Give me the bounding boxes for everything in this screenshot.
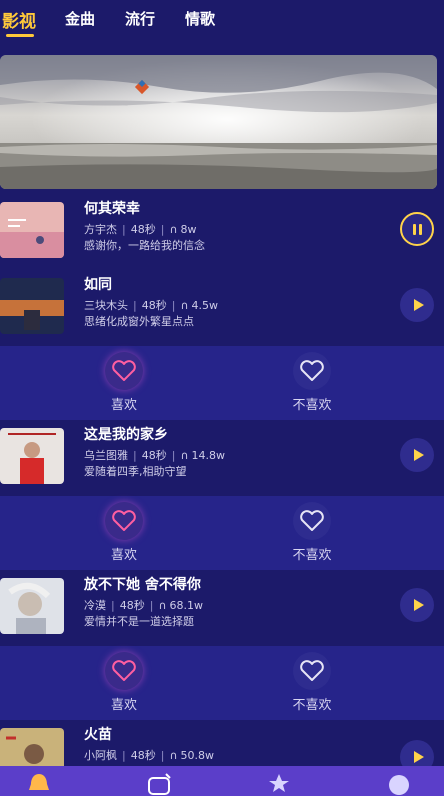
artist-name: 小阿枫 xyxy=(84,749,117,762)
headphones-icon: ∩ xyxy=(180,299,189,312)
song-title: 放不下她 舍不得你 xyxy=(84,577,201,593)
headphones-icon: ∩ xyxy=(169,749,178,762)
album-cover xyxy=(0,578,64,634)
play-icon xyxy=(413,599,424,611)
dislike-label: 不喜欢 xyxy=(292,548,332,563)
play-count: 14.8w xyxy=(191,449,226,462)
song-row[interactable]: 火苗 小阿枫 | 48秒 | ∩ 50.8w xyxy=(0,722,444,766)
like-button[interactable]: 喜欢 xyxy=(94,352,154,413)
headphones-icon: ∩ xyxy=(158,599,167,612)
artist-name: 方宇杰 xyxy=(84,223,117,236)
play-icon xyxy=(413,449,424,461)
song-row[interactable]: 何其荣幸 方宇杰 | 48秒 | ∩ 8w 感谢你，一路给我的信念 xyxy=(0,196,444,270)
album-cover xyxy=(0,428,64,484)
banner-image[interactable] xyxy=(0,55,437,189)
song-title: 如同 xyxy=(84,277,112,293)
song-meta: 乌兰图雅 | 48秒 | ∩ 14.8w xyxy=(84,449,226,462)
dislike-button[interactable]: 不喜欢 xyxy=(282,502,342,563)
duration: 48秒 xyxy=(130,749,156,762)
play-count: 4.5w xyxy=(191,299,219,312)
album-cover xyxy=(0,278,64,334)
heart-icon xyxy=(112,360,136,381)
music-note-icon[interactable] xyxy=(146,772,174,796)
album-cover xyxy=(0,728,64,766)
play-count: 8w xyxy=(180,223,197,236)
artist-name: 冷漠 xyxy=(84,599,106,612)
play-button[interactable] xyxy=(400,288,434,322)
song-row[interactable]: 放不下她 舍不得你 冷漠 | 48秒 | ∩ 68.1w 爱情并不是一道选择题 xyxy=(0,572,444,646)
pause-button[interactable] xyxy=(400,212,434,246)
song-meta: 三块木头 | 48秒 | ∩ 4.5w xyxy=(84,299,219,312)
like-label: 喜欢 xyxy=(110,398,137,413)
headphones-icon: ∩ xyxy=(169,223,178,236)
song-row[interactable]: 如同 三块木头 | 48秒 | ∩ 4.5w 思绪化成窗外繁星点点 xyxy=(0,272,444,346)
play-button[interactable] xyxy=(400,588,434,622)
dislike-label: 不喜欢 xyxy=(292,698,332,713)
song-title: 火苗 xyxy=(84,727,112,743)
play-count: 68.1w xyxy=(169,599,204,612)
bottom-nav xyxy=(0,766,444,796)
like-button[interactable]: 喜欢 xyxy=(94,502,154,563)
heart-outline-icon xyxy=(300,660,324,681)
tab-love-songs[interactable]: 情歌 xyxy=(185,8,215,29)
top-tab-bar: 影视 金曲 流行 情歌 xyxy=(0,0,444,44)
like-button[interactable]: 喜欢 xyxy=(94,652,154,713)
tab-golden-hits[interactable]: 金曲 xyxy=(65,8,95,29)
active-tab-indicator xyxy=(6,34,34,37)
song-description: 爱随着四季,相助守望 xyxy=(84,465,187,478)
like-label: 喜欢 xyxy=(110,698,137,713)
duration: 48秒 xyxy=(119,599,145,612)
artist-name: 乌兰图雅 xyxy=(84,449,128,462)
song-meta: 方宇杰 | 48秒 | ∩ 8w xyxy=(84,223,197,236)
duration: 48秒 xyxy=(130,223,156,236)
play-count: 50.8w xyxy=(180,749,215,762)
play-icon xyxy=(413,299,424,311)
bell-icon[interactable] xyxy=(26,772,52,796)
star-icon[interactable] xyxy=(266,772,292,796)
dislike-button[interactable]: 不喜欢 xyxy=(282,352,342,413)
dislike-button[interactable]: 不喜欢 xyxy=(282,652,342,713)
album-cover xyxy=(0,202,64,258)
reaction-bar: 喜欢 不喜欢 xyxy=(0,346,444,420)
heart-icon xyxy=(112,660,136,681)
song-description: 感谢你，一路给我的信念 xyxy=(84,239,205,252)
song-title: 这是我的家乡 xyxy=(84,427,168,443)
pause-icon xyxy=(412,223,422,235)
song-description: 爱情并不是一道选择题 xyxy=(84,615,194,628)
heart-outline-icon xyxy=(300,510,324,531)
play-button[interactable] xyxy=(400,740,434,766)
tab-movie[interactable]: 影视 xyxy=(2,7,36,32)
duration: 48秒 xyxy=(141,449,167,462)
tab-popular[interactable]: 流行 xyxy=(125,8,155,29)
artist-name: 三块木头 xyxy=(84,299,128,312)
dislike-label: 不喜欢 xyxy=(292,398,332,413)
song-meta: 冷漠 | 48秒 | ∩ 68.1w xyxy=(84,599,204,612)
reaction-bar: 喜欢 不喜欢 xyxy=(0,646,444,720)
song-meta: 小阿枫 | 48秒 | ∩ 50.8w xyxy=(84,749,215,762)
smile-icon[interactable] xyxy=(386,772,412,796)
heart-icon xyxy=(112,510,136,531)
like-label: 喜欢 xyxy=(110,548,137,563)
duration: 48秒 xyxy=(141,299,167,312)
song-row[interactable]: 这是我的家乡 乌兰图雅 | 48秒 | ∩ 14.8w 爱随着四季,相助守望 xyxy=(0,422,444,496)
reaction-bar: 喜欢 不喜欢 xyxy=(0,496,444,570)
headphones-icon: ∩ xyxy=(180,449,189,462)
heart-outline-icon xyxy=(300,360,324,381)
song-description: 思绪化成窗外繁星点点 xyxy=(84,315,194,328)
play-button[interactable] xyxy=(400,438,434,472)
play-icon xyxy=(413,751,424,763)
song-title: 何其荣幸 xyxy=(84,201,140,217)
